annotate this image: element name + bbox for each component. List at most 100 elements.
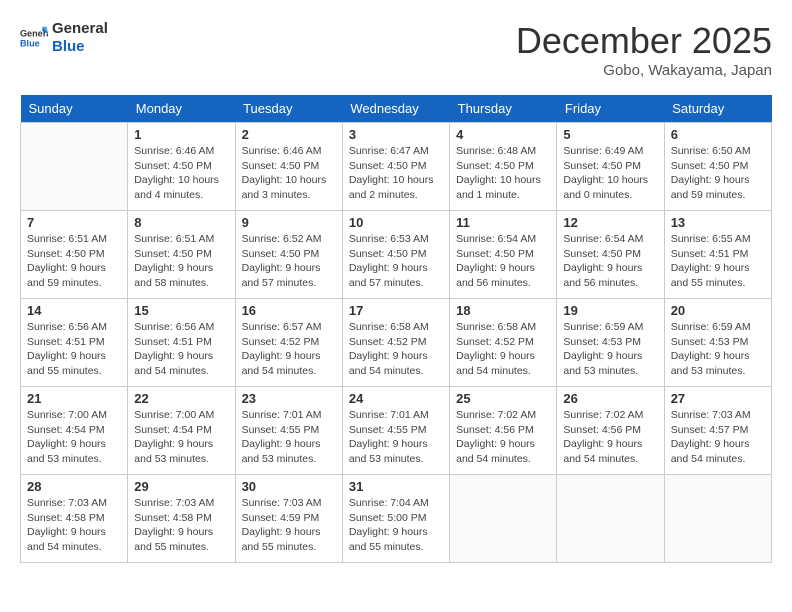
calendar-cell: 29 Sunrise: 7:03 AMSunset: 4:58 PMDayligh… — [128, 475, 235, 563]
day-info: Sunrise: 7:00 AMSunset: 4:54 PMDaylight:… — [134, 408, 228, 467]
day-info: Sunrise: 7:01 AMSunset: 4:55 PMDaylight:… — [242, 408, 336, 467]
calendar-cell: 19Sunrise: 6:59 AMSunset: 4:53 PMDayligh… — [557, 299, 664, 387]
calendar-cell: 14Sunrise: 6:56 AMSunset: 4:51 PMDayligh… — [21, 299, 128, 387]
calendar-week-2: 7Sunrise: 6:51 AMSunset: 4:50 PMDaylight… — [21, 211, 772, 299]
calendar-cell — [664, 475, 771, 563]
day-header-wednesday: Wednesday — [342, 95, 449, 123]
day-info: Sunrise: 7:00 AMSunset: 4:54 PMDaylight:… — [27, 408, 121, 467]
day-info: Sunrise: 6:47 AMSunset: 4:50 PMDaylight:… — [349, 144, 443, 203]
svg-text:Blue: Blue — [20, 38, 40, 48]
calendar-cell: 22 Sunrise: 7:00 AMSunset: 4:54 PMDayligh… — [128, 387, 235, 475]
day-info: Sunrise: 7:03 AMSunset: 4:59 PMDaylight:… — [242, 496, 336, 555]
day-info: Sunrise: 7:02 AMSunset: 4:56 PMDaylight:… — [456, 408, 550, 467]
calendar-cell: 4 Sunrise: 6:48 AMSunset: 4:50 PMDaylight… — [450, 123, 557, 211]
calendar-cell: 1 Sunrise: 6:46 AMSunset: 4:50 PMDaylight… — [128, 123, 235, 211]
calendar-week-3: 14 Sunrise: 6:56 AMSunset: 4:51 PMDayligh… — [21, 299, 772, 387]
day-number: 4 — [456, 127, 550, 142]
day-info: Sunrise: 6:58 AMSunset: 4:52 PMDaylight:… — [456, 320, 550, 379]
day-number: 28 — [27, 479, 121, 494]
calendar-cell: 23 Sunrise: 7:01 AMSunset: 4:55 PMDayligh… — [235, 387, 342, 475]
day-number: 25 — [456, 391, 550, 406]
calendar-cell: 20Sunrise: 6:59 AMSunset: 4:53 PMDayligh… — [664, 299, 771, 387]
calendar-cell: 2 Sunrise: 6:46 AMSunset: 4:50 PMDaylight… — [235, 123, 342, 211]
calendar-cell: 18 Sunrise: 6:58 AMSunset: 4:52 PMDayligh… — [450, 299, 557, 387]
calendar-cell — [557, 475, 664, 563]
day-info: Sunrise: 6:50 AMSunset: 4:50 PMDaylight:… — [671, 144, 765, 203]
title-block: December 2025 Gobo, Wakayama, Japan — [516, 20, 772, 79]
day-number: 21 — [27, 391, 121, 406]
day-number: 14 — [27, 303, 121, 318]
day-info: Sunrise: 6:59 AMSunset: 4:53 PMDaylight:… — [671, 320, 765, 379]
calendar-cell: 13 Sunrise: 6:55 AMSunset: 4:51 PMDayligh… — [664, 211, 771, 299]
calendar-cell: 7Sunrise: 6:51 AMSunset: 4:50 PMDaylight… — [21, 211, 128, 299]
day-info: Sunrise: 6:58 AMSunset: 4:52 PMDaylight:… — [349, 320, 443, 379]
day-number: 18 — [456, 303, 550, 318]
day-number: 19 — [563, 303, 657, 318]
page-header: General Blue General Blue December 2025 … — [20, 20, 772, 79]
day-info: Sunrise: 7:02 AMSunset: 4:56 PMDaylight:… — [563, 408, 657, 467]
logo-icon: General Blue — [20, 24, 48, 52]
day-info: Sunrise: 6:46 AMSunset: 4:50 PMDaylight:… — [134, 144, 228, 203]
day-number: 27 — [671, 391, 765, 406]
calendar-cell: 6Sunrise: 6:50 AMSunset: 4:50 PMDaylight… — [664, 123, 771, 211]
location-subtitle: Gobo, Wakayama, Japan — [516, 62, 772, 79]
day-number: 12 — [563, 215, 657, 230]
day-info: Sunrise: 7:03 AMSunset: 4:58 PMDaylight:… — [27, 496, 121, 555]
day-info: Sunrise: 7:01 AMSunset: 4:55 PMDaylight:… — [349, 408, 443, 467]
calendar-cell: 3 Sunrise: 6:47 AMSunset: 4:50 PMDaylight… — [342, 123, 449, 211]
calendar-cell: 10Sunrise: 6:53 AMSunset: 4:50 PMDayligh… — [342, 211, 449, 299]
logo: General Blue General Blue — [20, 20, 108, 56]
calendar-cell: 8Sunrise: 6:51 AMSunset: 4:50 PMDaylight… — [128, 211, 235, 299]
day-info: Sunrise: 6:56 AMSunset: 4:51 PMDaylight:… — [134, 320, 228, 379]
calendar-cell: 31 Sunrise: 7:04 AMSunset: 5:00 PMDayligh… — [342, 475, 449, 563]
calendar-cell — [450, 475, 557, 563]
day-number: 22 — [134, 391, 228, 406]
calendar-cell: 26 Sunrise: 7:02 AMSunset: 4:56 PMDayligh… — [557, 387, 664, 475]
day-number: 23 — [242, 391, 336, 406]
day-info: Sunrise: 7:03 AMSunset: 4:57 PMDaylight:… — [671, 408, 765, 467]
calendar-cell: 5Sunrise: 6:49 AMSunset: 4:50 PMDaylight… — [557, 123, 664, 211]
day-info: Sunrise: 6:51 AMSunset: 4:50 PMDaylight:… — [134, 232, 228, 291]
calendar-week-4: 21 Sunrise: 7:00 AMSunset: 4:54 PMDayligh… — [21, 387, 772, 475]
calendar-cell: 30 Sunrise: 7:03 AMSunset: 4:59 PMDayligh… — [235, 475, 342, 563]
calendar-week-1: 1 Sunrise: 6:46 AMSunset: 4:50 PMDaylight… — [21, 123, 772, 211]
calendar-cell: 15 Sunrise: 6:56 AMSunset: 4:51 PMDayligh… — [128, 299, 235, 387]
day-info: Sunrise: 6:55 AMSunset: 4:51 PMDaylight:… — [671, 232, 765, 291]
day-header-thursday: Thursday — [450, 95, 557, 123]
day-number: 30 — [242, 479, 336, 494]
day-number: 9 — [242, 215, 336, 230]
day-number: 31 — [349, 479, 443, 494]
day-header-tuesday: Tuesday — [235, 95, 342, 123]
day-info: Sunrise: 6:57 AMSunset: 4:52 PMDaylight:… — [242, 320, 336, 379]
day-number: 29 — [134, 479, 228, 494]
day-number: 13 — [671, 215, 765, 230]
calendar-cell: 11Sunrise: 6:54 AMSunset: 4:50 PMDayligh… — [450, 211, 557, 299]
calendar-cell — [21, 123, 128, 211]
day-info: Sunrise: 6:52 AMSunset: 4:50 PMDaylight:… — [242, 232, 336, 291]
day-info: Sunrise: 7:04 AMSunset: 5:00 PMDaylight:… — [349, 496, 443, 555]
calendar-cell: 25 Sunrise: 7:02 AMSunset: 4:56 PMDayligh… — [450, 387, 557, 475]
calendar-cell: 28 Sunrise: 7:03 AMSunset: 4:58 PMDayligh… — [21, 475, 128, 563]
day-info: Sunrise: 7:03 AMSunset: 4:58 PMDaylight:… — [134, 496, 228, 555]
calendar-week-5: 28 Sunrise: 7:03 AMSunset: 4:58 PMDayligh… — [21, 475, 772, 563]
day-number: 24 — [349, 391, 443, 406]
day-info: Sunrise: 6:54 AMSunset: 4:50 PMDaylight:… — [563, 232, 657, 291]
day-number: 17 — [349, 303, 443, 318]
calendar-cell: 24 Sunrise: 7:01 AMSunset: 4:55 PMDayligh… — [342, 387, 449, 475]
calendar-cell: 9 Sunrise: 6:52 AMSunset: 4:50 PMDaylight… — [235, 211, 342, 299]
day-number: 2 — [242, 127, 336, 142]
day-info: Sunrise: 6:46 AMSunset: 4:50 PMDaylight:… — [242, 144, 336, 203]
calendar-cell: 17 Sunrise: 6:58 AMSunset: 4:52 PMDayligh… — [342, 299, 449, 387]
day-number: 15 — [134, 303, 228, 318]
day-number: 5 — [563, 127, 657, 142]
day-info: Sunrise: 6:53 AMSunset: 4:50 PMDaylight:… — [349, 232, 443, 291]
calendar-cell: 27 Sunrise: 7:03 AMSunset: 4:57 PMDayligh… — [664, 387, 771, 475]
day-info: Sunrise: 6:51 AMSunset: 4:50 PMDaylight:… — [27, 232, 121, 291]
day-number: 3 — [349, 127, 443, 142]
day-number: 16 — [242, 303, 336, 318]
day-info: Sunrise: 6:48 AMSunset: 4:50 PMDaylight:… — [456, 144, 550, 203]
day-number: 1 — [134, 127, 228, 142]
day-number: 26 — [563, 391, 657, 406]
day-number: 11 — [456, 215, 550, 230]
calendar-cell: 12 Sunrise: 6:54 AMSunset: 4:50 PMDayligh… — [557, 211, 664, 299]
